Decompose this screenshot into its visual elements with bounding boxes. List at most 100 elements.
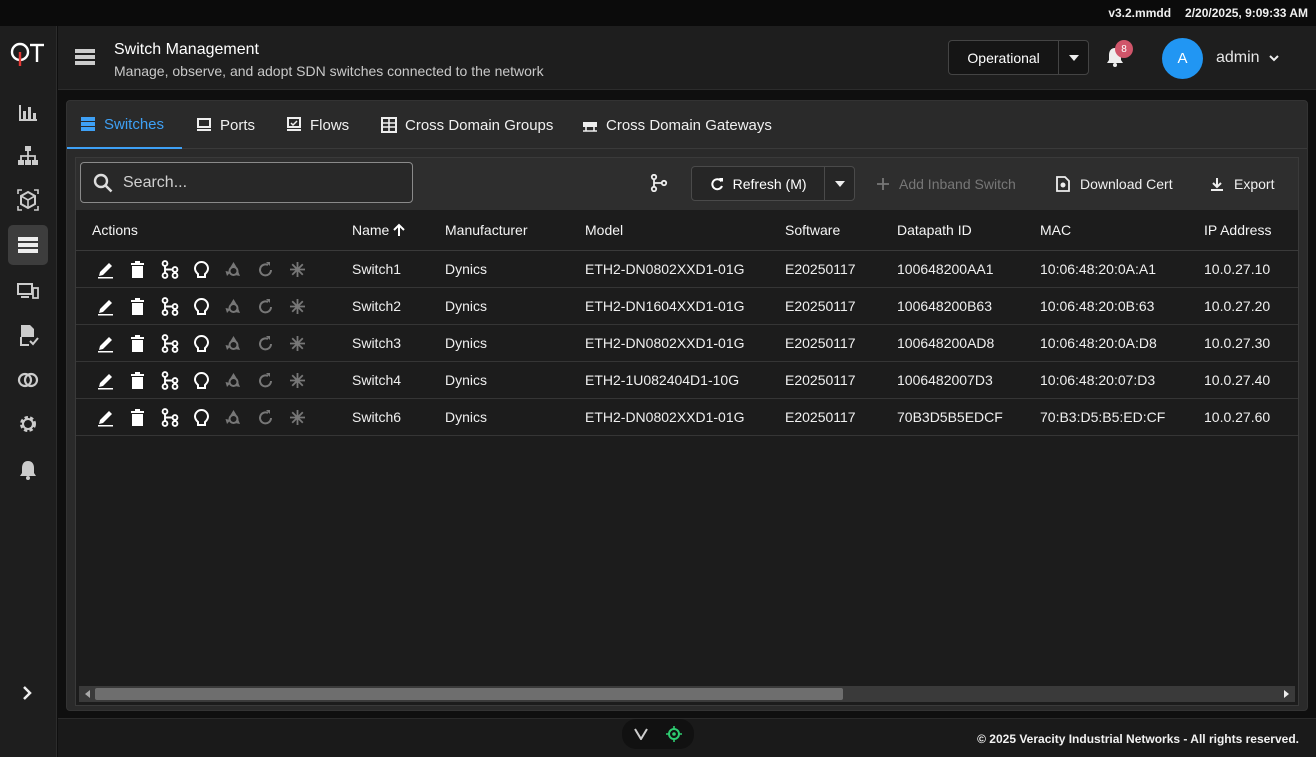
datetime-label: 2/20/2025, 9:09:33 AM [1185, 6, 1308, 20]
tab-ports[interactable]: Ports [196, 101, 255, 149]
add-inband-switch-button[interactable]: Add Inband Switch [877, 166, 1016, 201]
horizontal-scrollbar[interactable] [79, 686, 1295, 702]
sidebar-item-analytics[interactable] [8, 93, 48, 133]
recycle-icon[interactable] [224, 297, 243, 316]
tab-cross-domain-groups[interactable]: Cross Domain Groups [381, 101, 553, 149]
scroll-left-icon[interactable] [83, 689, 93, 699]
export-button[interactable]: Export [1210, 166, 1274, 201]
sparkle-icon[interactable] [288, 260, 307, 279]
col-name[interactable]: Name [352, 210, 406, 250]
delete-icon[interactable] [128, 371, 147, 390]
sparkle-icon[interactable] [288, 297, 307, 316]
tab-cross-domain-gateways[interactable]: Cross Domain Gateways [582, 101, 772, 149]
search-icon [93, 173, 113, 192]
expand-sidebar-icon[interactable] [18, 682, 38, 704]
bottom-drawer-toggle[interactable] [622, 719, 694, 749]
col-mac[interactable]: MAC [1040, 210, 1071, 250]
edit-icon[interactable] [96, 408, 115, 427]
table-row[interactable]: Switch3 Dynics ETH2-DN0802XXD1-01G E2025011… [76, 325, 1298, 362]
page-title: Switch Management [114, 41, 259, 58]
sparkle-icon[interactable] [288, 408, 307, 427]
sidebar-item-switches[interactable] [8, 225, 48, 265]
locate-icon[interactable] [192, 260, 211, 279]
locate-icon[interactable] [192, 334, 211, 353]
reset-icon[interactable] [256, 334, 275, 353]
gear-icon [20, 416, 36, 432]
reset-icon[interactable] [256, 297, 275, 316]
recycle-icon[interactable] [224, 408, 243, 427]
col-datapath-id[interactable]: Datapath ID [897, 210, 972, 250]
edit-icon[interactable] [96, 371, 115, 390]
col-actions: Actions [92, 222, 138, 238]
cell-datapath-id: 1006482007D3 [897, 372, 993, 388]
topology-icon[interactable] [160, 259, 179, 279]
qt-logo-icon[interactable] [10, 40, 46, 68]
reset-icon[interactable] [256, 408, 275, 427]
table-row[interactable]: Switch1 Dynics ETH2-DN0802XXD1-01G E2025011… [76, 251, 1298, 288]
topology-icon[interactable] [160, 296, 179, 316]
topology-icon[interactable] [160, 333, 179, 353]
col-software[interactable]: Software [785, 210, 840, 250]
search-box[interactable] [80, 162, 413, 203]
reset-icon[interactable] [256, 260, 275, 279]
sidebar-item-alerts[interactable] [8, 450, 48, 490]
sidebar-item-settings[interactable] [8, 404, 48, 444]
edit-icon[interactable] [96, 297, 115, 316]
target-icon[interactable] [666, 726, 682, 742]
sidebar-item-topology[interactable] [8, 136, 48, 176]
cell-datapath-id: 100648200B63 [897, 298, 992, 314]
delete-icon[interactable] [128, 334, 147, 353]
search-input[interactable] [123, 173, 403, 192]
locate-icon[interactable] [192, 371, 211, 390]
delete-icon[interactable] [128, 408, 147, 427]
tab-switches[interactable]: Switches [67, 101, 182, 149]
page-subtitle: Manage, observe, and adopt SDN switches … [114, 63, 544, 79]
refresh-split-button[interactable]: Refresh (M) [691, 166, 855, 201]
cell-model: ETH2-DN0802XXD1-01G [585, 335, 745, 351]
delete-icon[interactable] [128, 260, 147, 279]
edit-icon[interactable] [96, 334, 115, 353]
locate-icon[interactable] [192, 408, 211, 427]
col-manufacturer[interactable]: Manufacturer [445, 210, 527, 250]
row-actions [96, 325, 307, 361]
col-model[interactable]: Model [585, 210, 623, 250]
mode-select-label[interactable]: Operational [949, 41, 1060, 74]
mode-dropdown-button[interactable] [1059, 41, 1088, 74]
topology-filter-icon[interactable] [650, 174, 668, 192]
col-ip-address[interactable]: IP Address [1204, 210, 1271, 250]
sidebar-item-devices[interactable] [8, 271, 48, 311]
grid-icon [381, 117, 397, 133]
user-menu-label[interactable]: admin [1216, 49, 1260, 67]
avatar[interactable]: A [1162, 38, 1203, 79]
refresh-label: Refresh (M) [732, 175, 807, 192]
table-row[interactable]: Switch2 Dynics ETH2-DN1604XXD1-01G E2025011… [76, 288, 1298, 325]
reset-icon[interactable] [256, 371, 275, 390]
delete-icon[interactable] [128, 297, 147, 316]
certificate-icon [1056, 175, 1070, 192]
notification-count-badge: 8 [1115, 40, 1133, 58]
refresh-dropdown-button[interactable] [825, 167, 854, 200]
sidebar-item-cube[interactable] [8, 180, 48, 220]
table-row[interactable]: Switch6 Dynics ETH2-DN0802XXD1-01G E2025011… [76, 399, 1298, 436]
refresh-button[interactable]: Refresh (M) [692, 167, 826, 200]
mode-select[interactable]: Operational [948, 40, 1089, 75]
scrollbar-thumb[interactable] [95, 688, 843, 700]
edit-icon[interactable] [96, 260, 115, 279]
sidebar-item-documents[interactable] [8, 315, 48, 355]
sparkle-icon[interactable] [288, 334, 307, 353]
recycle-icon[interactable] [224, 260, 243, 279]
recycle-icon[interactable] [224, 371, 243, 390]
table-row[interactable]: Switch4 Dynics ETH2-1U082404D1-10G E2025011… [76, 362, 1298, 399]
locate-icon[interactable] [192, 297, 211, 316]
sparkle-icon[interactable] [288, 371, 307, 390]
scroll-right-icon[interactable] [1281, 689, 1291, 699]
download-cert-button[interactable]: Download Cert [1056, 166, 1173, 201]
recycle-icon[interactable] [224, 334, 243, 353]
topology-icon[interactable] [160, 407, 179, 427]
cell-software: E20250117 [785, 372, 856, 388]
chevron-down-icon[interactable] [634, 728, 648, 740]
tab-flows[interactable]: Flows [286, 101, 349, 149]
topology-icon[interactable] [160, 370, 179, 390]
chevron-down-icon[interactable] [1268, 52, 1280, 64]
sidebar-item-domains[interactable] [8, 360, 48, 400]
